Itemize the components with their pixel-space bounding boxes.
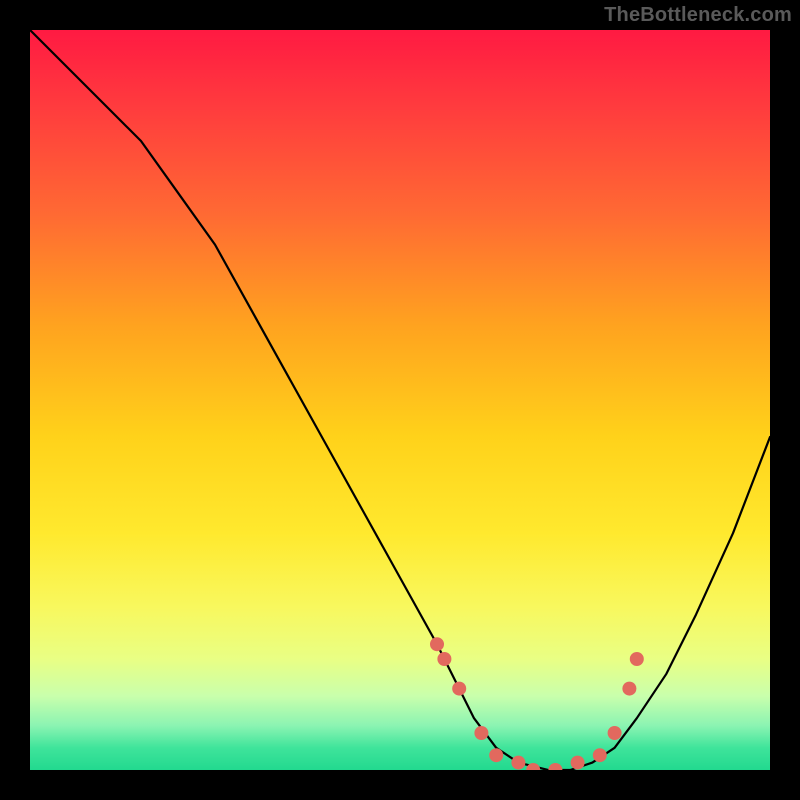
highlight-point <box>608 726 622 740</box>
highlight-point <box>430 637 444 651</box>
highlight-point <box>571 756 585 770</box>
highlight-point <box>511 756 525 770</box>
highlight-point <box>437 652 451 666</box>
bottleneck-curve <box>30 30 770 770</box>
highlight-point <box>489 748 503 762</box>
watermark-text: TheBottleneck.com <box>604 4 792 27</box>
chart-svg <box>30 30 770 770</box>
highlight-point <box>548 763 562 770</box>
highlight-point <box>630 652 644 666</box>
curve-group <box>30 30 770 770</box>
chart-plot-area <box>30 30 770 770</box>
highlight-point <box>593 748 607 762</box>
highlight-point <box>474 726 488 740</box>
highlight-point <box>452 682 466 696</box>
chart-frame: TheBottleneck.com <box>0 0 800 800</box>
highlight-point <box>622 682 636 696</box>
